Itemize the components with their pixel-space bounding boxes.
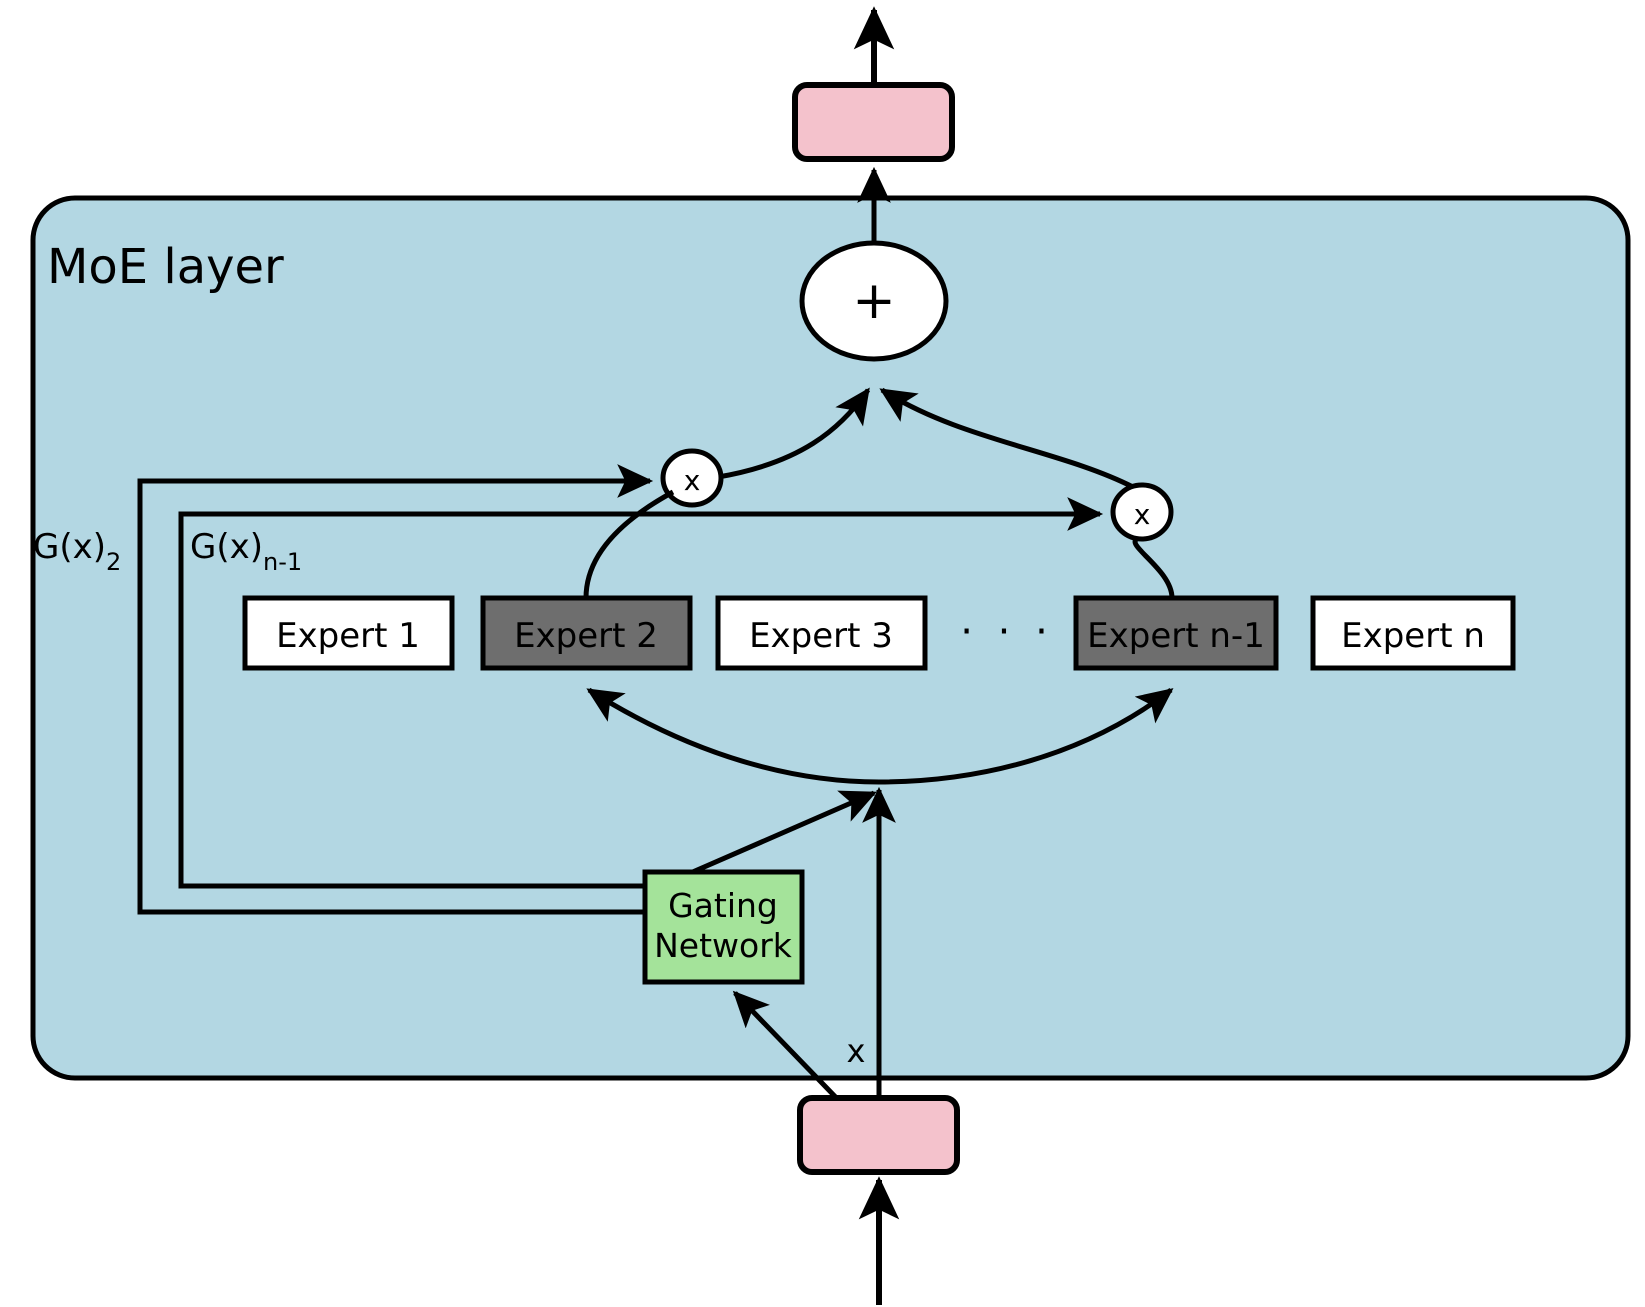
sum-node-label: + [852, 271, 896, 331]
expert-box-n-1[interactable]: Expert n-1 [1073, 595, 1279, 671]
expert-box-2-label: Expert 2 [514, 616, 658, 656]
expert-box-n-label: Expert n [1341, 616, 1485, 656]
expert-box-1[interactable]: Expert 1 [242, 595, 455, 671]
moe-architecture-diagram: MoE layer + G(x)2 G(x)n-1 x x Expert 1 E… [30, 6, 1631, 1305]
moe-layer-title: MoE layer [47, 239, 284, 295]
expert-box-n-1-label: Expert n-1 [1087, 616, 1265, 656]
multiply-node-right-label: x [1134, 498, 1151, 531]
gating-network-label-line2: Network [654, 926, 793, 965]
moe-diagram-canvas: MoE layer + G(x)2 G(x)n-1 x x Expert 1 E… [0, 0, 1645, 1307]
output-block [792, 82, 955, 162]
expert-box-1-label: Expert 1 [276, 616, 420, 656]
input-signal-label: x [847, 1032, 866, 1070]
experts-ellipsis: · · · [960, 609, 1054, 655]
gating-network-label-line1: Gating [668, 886, 778, 925]
input-block [797, 1095, 960, 1175]
expert-box-n[interactable]: Expert n [1310, 595, 1516, 671]
expert-box-3-label: Expert 3 [749, 616, 893, 656]
expert-box-3[interactable]: Expert 3 [715, 595, 928, 671]
multiply-node-left-label: x [684, 464, 701, 497]
expert-box-2[interactable]: Expert 2 [480, 595, 693, 671]
